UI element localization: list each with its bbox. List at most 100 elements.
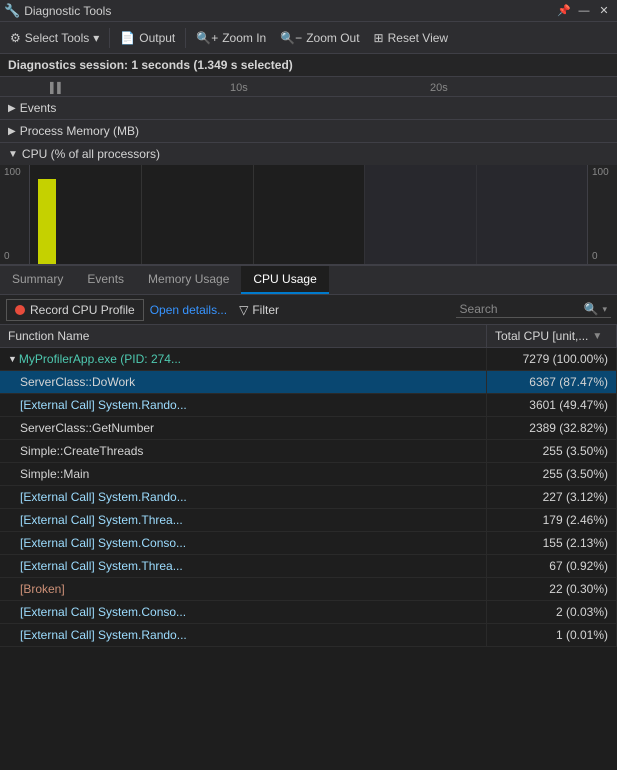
- zoom-in-button[interactable]: 🔍+ Zoom In: [190, 25, 272, 51]
- td-cpu-5: 255 (3.50%): [487, 463, 617, 485]
- fn-name-5: Simple::Main: [20, 467, 89, 481]
- table-row[interactable]: [External Call] System.Threa... 179 (2.4…: [0, 509, 617, 532]
- cpu-value-4: 255 (3.50%): [543, 444, 608, 458]
- search-input[interactable]: [460, 302, 580, 316]
- table-row[interactable]: [Broken] 22 (0.30%): [0, 578, 617, 601]
- table-container: Function Name Total CPU [unit,... ▼ ▼ My…: [0, 325, 617, 647]
- td-cpu-10: 22 (0.30%): [487, 578, 617, 600]
- record-dot-icon: [15, 305, 25, 315]
- grid-line-1: [141, 165, 142, 264]
- cpu-spike-bar: [38, 179, 56, 264]
- select-tools-button[interactable]: ⚙ Select Tools ▾: [4, 25, 105, 51]
- cpu-label: CPU (% of all processors): [22, 147, 160, 161]
- td-cpu-8: 155 (2.13%): [487, 532, 617, 554]
- tab-events[interactable]: Events: [75, 266, 136, 294]
- search-icon[interactable]: 🔍: [584, 302, 599, 316]
- zoom-in-icon: 🔍+: [196, 31, 218, 45]
- process-memory-header[interactable]: ▶ Process Memory (MB): [0, 120, 617, 142]
- diagnostic-tools-icon: 🔧: [4, 3, 20, 19]
- table-row[interactable]: Simple::Main 255 (3.50%): [0, 463, 617, 486]
- record-cpu-profile-button[interactable]: Record CPU Profile: [6, 299, 144, 321]
- title-bar: 🔧 Diagnostic Tools 📌 — ✕: [0, 0, 617, 22]
- fn-name-6: [External Call] System.Rando...: [20, 490, 187, 504]
- search-dropdown-icon[interactable]: ▾: [602, 304, 607, 315]
- events-section: ▶ Events: [0, 97, 617, 120]
- timeline-marker-10s: 10s: [230, 82, 248, 94]
- tree-expand-icon-0: ▼: [8, 354, 17, 364]
- cpu-header[interactable]: ▼ CPU (% of all processors): [0, 143, 617, 165]
- td-fn-7: [External Call] System.Threa...: [0, 509, 487, 531]
- td-cpu-1: 6367 (87.47%): [487, 371, 617, 393]
- tab-cpu-usage[interactable]: CPU Usage: [241, 266, 328, 294]
- close-button[interactable]: ✕: [595, 2, 613, 20]
- td-cpu-6: 227 (3.12%): [487, 486, 617, 508]
- output-icon: 📄: [120, 31, 135, 45]
- th-total-cpu[interactable]: Total CPU [unit,... ▼: [487, 325, 617, 347]
- table-row[interactable]: ServerClass::GetNumber 2389 (32.82%): [0, 417, 617, 440]
- cpu-value-9: 67 (0.92%): [549, 559, 608, 573]
- fn-name-2: [External Call] System.Rando...: [20, 398, 187, 412]
- fn-name-11: [External Call] System.Conso...: [20, 605, 186, 619]
- fn-name-9: [External Call] System.Threa...: [20, 559, 183, 573]
- fn-name-0: MyProfilerApp.exe (PID: 274...: [19, 352, 181, 366]
- cpu-section: ▼ CPU (% of all processors) 100 0: [0, 143, 617, 265]
- td-cpu-7: 179 (2.46%): [487, 509, 617, 531]
- table-row[interactable]: Simple::CreateThreads 255 (3.50%): [0, 440, 617, 463]
- sort-arrow-icon: ▼: [592, 331, 602, 342]
- zoom-out-label: Zoom Out: [306, 31, 359, 45]
- cpu-y-min: 0: [4, 251, 25, 262]
- pin-button[interactable]: 📌: [555, 2, 573, 20]
- cpu-value-12: 1 (0.01%): [556, 628, 608, 642]
- fn-name-3: ServerClass::GetNumber: [20, 421, 154, 435]
- tab-memory-usage[interactable]: Memory Usage: [136, 266, 241, 294]
- process-memory-section: ▶ Process Memory (MB): [0, 120, 617, 143]
- table-row[interactable]: [External Call] System.Rando... 3601 (49…: [0, 394, 617, 417]
- ruler-handle: ▌▌: [50, 83, 64, 94]
- td-fn-2: [External Call] System.Rando...: [0, 394, 487, 416]
- td-fn-3: ServerClass::GetNumber: [0, 417, 487, 439]
- timeline-container: ▌▌ 10s 20s ▶ Events ▶ Process Memory (MB…: [0, 77, 617, 266]
- toolbar-separator-2: [185, 28, 186, 48]
- table-row[interactable]: ▼ MyProfilerApp.exe (PID: 274... 7279 (1…: [0, 348, 617, 371]
- table-row[interactable]: [External Call] System.Threa... 67 (0.92…: [0, 555, 617, 578]
- zoom-out-icon: 🔍−: [280, 31, 302, 45]
- td-cpu-9: 67 (0.92%): [487, 555, 617, 577]
- table-header: Function Name Total CPU [unit,... ▼: [0, 325, 617, 348]
- output-button[interactable]: 📄 Output: [114, 25, 181, 51]
- td-cpu-11: 2 (0.03%): [487, 601, 617, 623]
- events-header[interactable]: ▶ Events: [0, 97, 617, 119]
- chart-overlay: [364, 165, 587, 264]
- fn-name-1: ServerClass::DoWork: [20, 375, 135, 389]
- td-fn-0: ▼ MyProfilerApp.exe (PID: 274...: [0, 348, 487, 370]
- td-fn-4: Simple::CreateThreads: [0, 440, 487, 462]
- td-cpu-3: 2389 (32.82%): [487, 417, 617, 439]
- td-fn-1: ServerClass::DoWork: [0, 371, 487, 393]
- filter-button[interactable]: ▽ Filter: [233, 301, 285, 319]
- table-row[interactable]: [External Call] System.Rando... 1 (0.01%…: [0, 624, 617, 647]
- process-memory-expand-arrow: ▶: [8, 126, 16, 137]
- reset-view-label: Reset View: [388, 31, 448, 45]
- cpu-y-axis-left: 100 0: [0, 165, 30, 264]
- th-fn-label: Function Name: [8, 329, 89, 343]
- table-row[interactable]: [External Call] System.Conso... 155 (2.1…: [0, 532, 617, 555]
- reset-view-button[interactable]: ⊞ Reset View: [368, 25, 455, 51]
- table-row[interactable]: [External Call] System.Rando... 227 (3.1…: [0, 486, 617, 509]
- open-details-link[interactable]: Open details...: [150, 303, 227, 317]
- table-row[interactable]: ServerClass::DoWork 6367 (87.47%): [0, 371, 617, 394]
- fn-name-7: [External Call] System.Threa...: [20, 513, 183, 527]
- table-row[interactable]: [External Call] System.Conso... 2 (0.03%…: [0, 601, 617, 624]
- zoom-out-button[interactable]: 🔍− Zoom Out: [274, 25, 365, 51]
- cpu-value-2: 3601 (49.47%): [529, 398, 608, 412]
- minimize-button[interactable]: —: [575, 2, 593, 20]
- fn-name-12: [External Call] System.Rando...: [20, 628, 187, 642]
- cpu-chart-area: 100 0 100 0: [0, 165, 617, 264]
- timeline-marker-20s: 20s: [430, 82, 448, 94]
- cpu-value-7: 179 (2.46%): [543, 513, 608, 527]
- cpu-value-6: 227 (3.12%): [543, 490, 608, 504]
- toolbar: ⚙ Select Tools ▾ 📄 Output 🔍+ Zoom In 🔍− …: [0, 22, 617, 54]
- process-memory-label: Process Memory (MB): [20, 124, 139, 138]
- tab-summary[interactable]: Summary: [0, 266, 75, 294]
- record-cpu-profile-label: Record CPU Profile: [30, 303, 135, 317]
- cpu-chart: 100 0 100 0: [0, 165, 617, 265]
- cpu-value-5: 255 (3.50%): [543, 467, 608, 481]
